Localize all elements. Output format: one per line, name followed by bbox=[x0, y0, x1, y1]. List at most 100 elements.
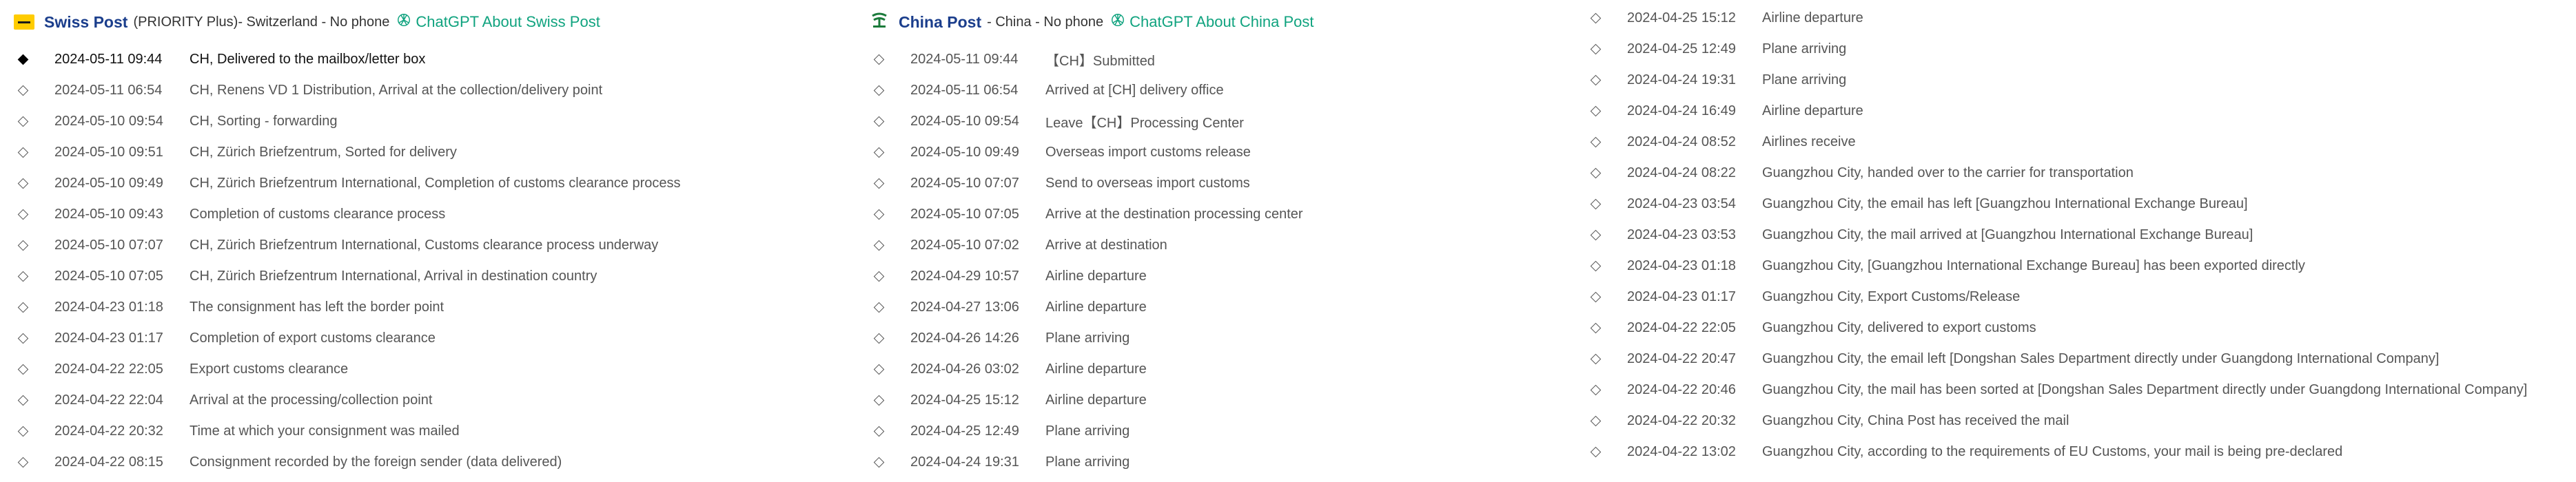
event-description: Guangzhou City, handed over to the carri… bbox=[1762, 165, 2134, 180]
event-time: 2024-05-11 06:54 bbox=[910, 83, 1019, 98]
diamond-icon bbox=[873, 116, 885, 127]
event-time: 2024-05-10 09:54 bbox=[54, 114, 163, 129]
diamond-icon bbox=[873, 364, 885, 375]
carrier-name[interactable]: China Post bbox=[899, 13, 981, 32]
diamond-icon bbox=[873, 178, 885, 189]
event-description: Arrive at destination bbox=[1045, 238, 1167, 253]
tracking-event: 2024-04-22 13:02 Guangzhou City, accordin… bbox=[1586, 437, 2572, 468]
diamond-icon bbox=[17, 116, 29, 127]
chatgpt-link[interactable]: ChatGPT About Swiss Post bbox=[396, 12, 600, 32]
event-time: 2024-05-10 07:05 bbox=[54, 269, 163, 284]
event-description: Time at which your consignment was maile… bbox=[190, 423, 460, 439]
carrier-meta: - China - No phone bbox=[987, 14, 1104, 30]
swiss-post-section: Swiss Post (PRIORITY Plus) - Switzerland… bbox=[14, 0, 855, 478]
diamond-icon bbox=[17, 364, 29, 375]
diamond-icon bbox=[17, 271, 29, 282]
diamond-icon bbox=[1590, 260, 1602, 272]
event-time: 2024-04-22 20:47 bbox=[1627, 351, 1736, 366]
diamond-icon bbox=[1590, 43, 1602, 55]
event-description: Arrival at the processing/collection poi… bbox=[190, 392, 433, 408]
event-description: CH, Zürich Briefzentrum International, A… bbox=[190, 269, 597, 284]
diamond-icon bbox=[17, 209, 29, 220]
tracking-event: 2024-05-10 07:07 Send to overseas import … bbox=[870, 168, 1559, 199]
event-description: CH, Renens VD 1 Distribution, Arrival at… bbox=[190, 83, 603, 98]
event-description: Arrived at [CH] delivery office bbox=[1045, 83, 1224, 98]
diamond-icon bbox=[1590, 322, 1602, 334]
event-description: CH, Zürich Briefzentrum International, C… bbox=[190, 238, 659, 253]
event-time: 2024-04-22 20:32 bbox=[54, 423, 163, 439]
event-time: 2024-05-10 07:02 bbox=[910, 238, 1019, 253]
event-description: Airline departure bbox=[1045, 362, 1147, 377]
tracking-event: 2024-05-11 09:44 【CH】Submitted bbox=[870, 44, 1559, 75]
diamond-icon bbox=[873, 302, 885, 313]
event-description: Leave【CH】Processing Center bbox=[1045, 116, 1244, 131]
diamond-icon bbox=[1590, 198, 1602, 210]
tracking-event: 2024-05-10 09:51 CH, Zürich Briefzentrum,… bbox=[14, 137, 855, 168]
carrier-name[interactable]: Swiss Post bbox=[44, 13, 127, 32]
tracking-event: 2024-04-22 22:05 Export customs clearance bbox=[14, 354, 855, 385]
event-description: Arrive at the destination processing cen… bbox=[1045, 207, 1303, 222]
diamond-icon bbox=[873, 54, 885, 65]
tracking-event: 2024-05-10 09:54 CH, Sorting - forwarding bbox=[14, 106, 855, 137]
chatgpt-link-label: ChatGPT About Swiss Post bbox=[416, 13, 600, 30]
event-description: Guangzhou City, according to the require… bbox=[1762, 444, 2343, 459]
diamond-icon bbox=[1590, 167, 1602, 179]
event-description: Overseas import customs release bbox=[1045, 145, 1251, 160]
event-time: 2024-04-23 01:18 bbox=[1627, 258, 1736, 273]
tracking-event: 2024-05-10 07:02 Arrive at destination bbox=[870, 230, 1559, 261]
tracking-event: 2024-04-22 20:32 Guangzhou City, China Po… bbox=[1586, 406, 2572, 437]
tracking-event: 2024-04-26 03:02 Airline departure bbox=[870, 354, 1559, 385]
tracking-event: 2024-04-25 12:49 Plane arriving bbox=[1586, 34, 2572, 65]
diamond-icon bbox=[873, 147, 885, 158]
event-description: Guangzhou City, the mail arrived at [Gua… bbox=[1762, 227, 2253, 242]
event-time: 2024-04-25 15:12 bbox=[1627, 10, 1736, 25]
event-description: Send to overseas import customs bbox=[1045, 176, 1250, 191]
diamond-icon bbox=[873, 240, 885, 251]
event-time: 2024-04-22 08:15 bbox=[54, 454, 163, 470]
event-description: Airlines receive bbox=[1762, 134, 1856, 149]
diamond-icon bbox=[1590, 353, 1602, 365]
tracking-event: 2024-04-27 13:06 Airline departure bbox=[870, 292, 1559, 323]
tracking-event: 2024-05-10 07:05 CH, Zürich Briefzentrum … bbox=[14, 261, 855, 292]
diamond-icon bbox=[1590, 415, 1602, 427]
event-description: Consignment recorded by the foreign send… bbox=[190, 454, 562, 470]
event-description: Airline departure bbox=[1762, 103, 1863, 118]
tracking-event: 2024-05-10 09:43 Completion of customs cl… bbox=[14, 199, 855, 230]
diamond-icon bbox=[17, 333, 29, 344]
event-time: 2024-04-26 14:26 bbox=[910, 331, 1019, 346]
china-post-header: China Post - China - No phone ChatGPT Ab… bbox=[870, 0, 1559, 44]
tracking-event: 2024-04-22 08:15 Consignment recorded by … bbox=[14, 447, 855, 478]
diamond-icon bbox=[1590, 291, 1602, 303]
event-time: 2024-04-24 08:52 bbox=[1627, 134, 1736, 149]
event-time: 2024-04-23 01:18 bbox=[54, 300, 163, 315]
chatgpt-icon bbox=[1110, 12, 1125, 32]
tracking-event: 2024-04-25 15:12 Airline departure bbox=[1586, 3, 2572, 34]
diamond-icon bbox=[17, 147, 29, 158]
event-time: 2024-04-22 20:32 bbox=[1627, 413, 1736, 428]
event-description: Guangzhou City, [Guangzhou International… bbox=[1762, 258, 2305, 273]
event-time: 2024-04-25 12:49 bbox=[910, 423, 1019, 439]
diamond-icon bbox=[1590, 74, 1602, 86]
diamond-icon bbox=[1590, 229, 1602, 241]
tracking-event: 2024-04-23 01:17 Completion of export cus… bbox=[14, 323, 855, 354]
tracking-event: 2024-04-23 01:18 The consignment has left… bbox=[14, 292, 855, 323]
chatgpt-link[interactable]: ChatGPT About China Post bbox=[1110, 12, 1314, 32]
tracking-event: 2024-04-25 12:49 Plane arriving bbox=[870, 416, 1559, 447]
diamond-icon bbox=[1590, 446, 1602, 458]
tracking-event: 2024-04-29 10:57 Airline departure bbox=[870, 261, 1559, 292]
tracking-event: 2024-04-22 22:04 Arrival at the processin… bbox=[14, 385, 855, 416]
event-time: 2024-05-10 09:43 bbox=[54, 207, 163, 222]
diamond-icon bbox=[873, 457, 885, 468]
event-description: Guangzhou City, China Post has received … bbox=[1762, 413, 2069, 428]
event-description: CH, Zürich Briefzentrum, Sorted for deli… bbox=[190, 145, 457, 160]
event-time: 2024-05-10 09:49 bbox=[910, 145, 1019, 160]
tracking-event: 2024-04-25 15:12 Airline departure bbox=[870, 385, 1559, 416]
tracking-event: 2024-04-22 20:47 Guangzhou City, the emai… bbox=[1586, 344, 2572, 375]
diamond-icon bbox=[17, 178, 29, 189]
tracking-event: 2024-04-22 22:05 Guangzhou City, delivere… bbox=[1586, 313, 2572, 344]
tracking-event: 2024-05-11 06:54 Arrived at [CH] delivery… bbox=[870, 75, 1559, 106]
tracking-event: 2024-04-23 03:54 Guangzhou City, the emai… bbox=[1586, 189, 2572, 220]
diamond-icon bbox=[17, 302, 29, 313]
diamond-icon bbox=[17, 85, 29, 96]
event-time: 2024-05-10 09:51 bbox=[54, 145, 163, 160]
